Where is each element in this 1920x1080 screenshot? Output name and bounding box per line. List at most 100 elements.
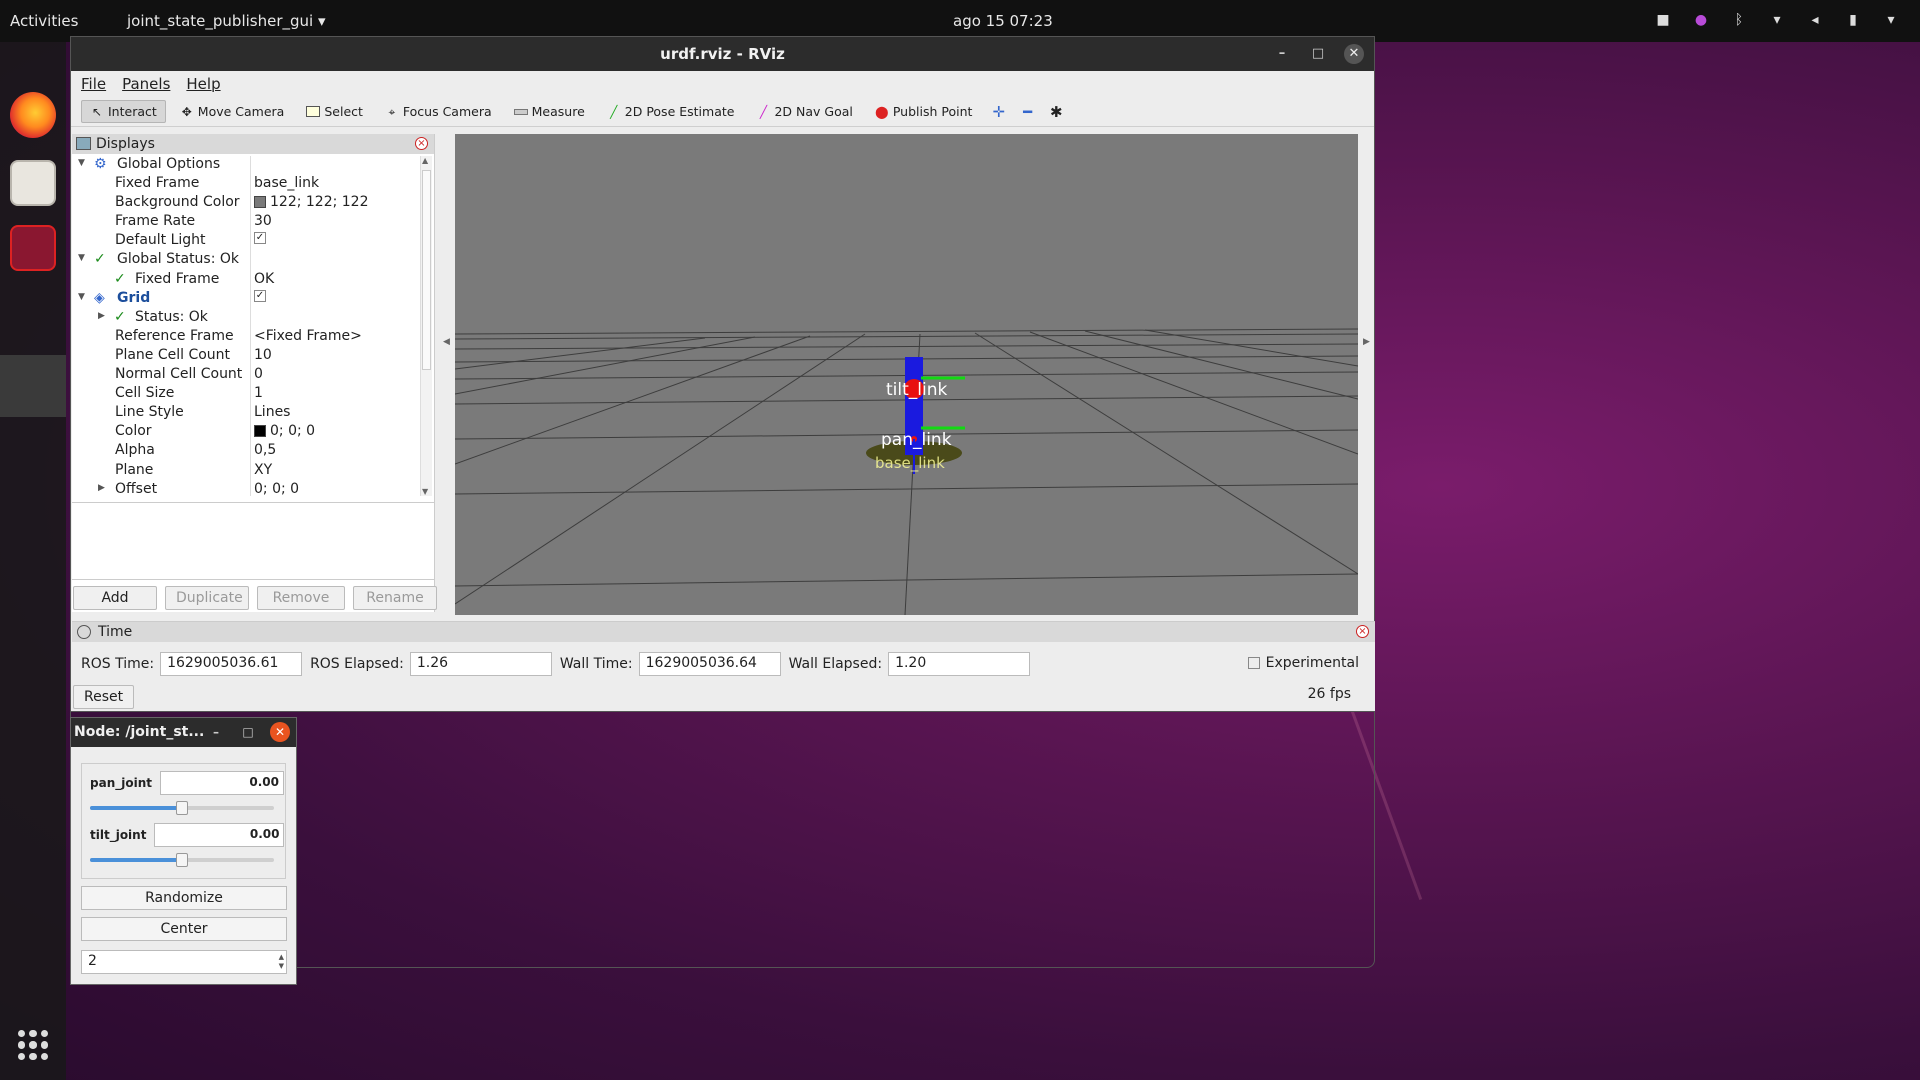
active-app-slot[interactable] bbox=[0, 355, 66, 417]
clock[interactable]: ago 15 07:23 bbox=[953, 12, 1053, 30]
remove-button[interactable]: Remove bbox=[257, 586, 345, 610]
nav-goal-tool[interactable]: ╱ 2D Nav Goal bbox=[748, 101, 860, 122]
tree-row[interactable]: ✓ Fixed Frame OK bbox=[72, 271, 420, 290]
tree-value[interactable]: Lines bbox=[254, 404, 290, 420]
show-applications-icon[interactable] bbox=[18, 1030, 48, 1060]
color-icon[interactable]: ● bbox=[1692, 11, 1710, 29]
tree-row[interactable]: Plane XY bbox=[72, 462, 420, 481]
tree-row[interactable]: Alpha 0,5 bbox=[72, 442, 420, 461]
bluetooth-icon[interactable]: ᛒ bbox=[1730, 11, 1748, 29]
move-camera-tool[interactable]: ✥ Move Camera bbox=[172, 101, 293, 122]
interact-tool[interactable]: ↖ Interact bbox=[81, 100, 166, 123]
maximize-icon[interactable]: □ bbox=[1308, 44, 1328, 64]
spin-arrows-icon[interactable]: ▲ ▼ bbox=[279, 953, 284, 971]
minimize-icon[interactable]: – bbox=[1272, 44, 1292, 64]
files-icon[interactable] bbox=[10, 160, 56, 206]
tree-value[interactable]: base_link bbox=[254, 175, 319, 191]
slider-handle[interactable] bbox=[176, 801, 188, 815]
tree-value[interactable]: 0; 0; 0 bbox=[254, 481, 299, 496]
camera-icon[interactable]: ■ bbox=[1654, 11, 1672, 29]
tree-row[interactable]: Fixed Frame base_link bbox=[72, 175, 420, 194]
pan-joint-slider[interactable] bbox=[90, 801, 274, 815]
tree-row[interactable]: Reference Frame <Fixed Frame> bbox=[72, 328, 420, 347]
chevron-down-icon[interactable]: ▾ bbox=[1882, 11, 1900, 29]
center-button[interactable]: Center bbox=[81, 917, 287, 941]
tree-value[interactable]: 0 bbox=[254, 366, 263, 382]
focus-camera-tool[interactable]: ⌖ Focus Camera bbox=[377, 101, 500, 122]
scroll-up-icon[interactable]: ▲ bbox=[422, 156, 428, 165]
chevron-right-icon[interactable]: ▶ bbox=[98, 311, 105, 321]
tree-row[interactable]: Frame Rate 30 bbox=[72, 213, 420, 232]
minimize-icon[interactable]: – bbox=[206, 722, 226, 742]
ros-elapsed-field[interactable]: 1.26 bbox=[409, 652, 552, 676]
close-icon[interactable]: ✕ bbox=[270, 722, 290, 742]
tree-row[interactable]: Background Color 122; 122; 122 bbox=[72, 194, 420, 213]
tree-value[interactable]: XY bbox=[254, 462, 272, 478]
menu-file[interactable]: File bbox=[81, 75, 106, 93]
tilt-joint-slider[interactable] bbox=[90, 853, 274, 867]
volume-icon[interactable]: ◂ bbox=[1806, 11, 1824, 29]
duplicate-button[interactable]: Duplicate bbox=[165, 586, 249, 610]
tree-value[interactable]: 0; 0; 0 bbox=[254, 423, 315, 439]
default-light-checkbox[interactable]: ✓ bbox=[254, 232, 266, 245]
terminal-icon[interactable] bbox=[10, 225, 56, 271]
tree-row[interactable]: Color 0; 0; 0 bbox=[72, 423, 420, 442]
add-tool-button[interactable]: ✛ bbox=[986, 100, 1011, 124]
chevron-right-icon[interactable]: ▶ bbox=[98, 483, 105, 493]
select-tool[interactable]: Select bbox=[298, 101, 371, 122]
maximize-icon[interactable]: □ bbox=[238, 722, 258, 742]
app-menu[interactable]: joint_state_publisher_gui ▾ bbox=[127, 12, 326, 30]
tree-value[interactable]: 122; 122; 122 bbox=[254, 194, 369, 210]
ros-time-field[interactable]: 1629005036.61 bbox=[160, 652, 303, 676]
chevron-down-icon[interactable]: ▼ bbox=[78, 292, 85, 302]
pan-joint-value[interactable]: 0.00 bbox=[159, 771, 284, 795]
scroll-down-icon[interactable]: ▼ bbox=[422, 487, 428, 496]
tree-row[interactable]: Cell Size 1 bbox=[72, 385, 420, 404]
firefox-icon[interactable] bbox=[10, 92, 56, 138]
render-view[interactable]: tilt_link pan_link base_link bbox=[455, 134, 1358, 615]
scrollbar-thumb[interactable] bbox=[422, 170, 431, 370]
tree-row[interactable]: Plane Cell Count 10 bbox=[72, 347, 420, 366]
tree-value[interactable]: 0,5 bbox=[254, 442, 276, 458]
wifi-icon[interactable]: ▾ bbox=[1768, 11, 1786, 29]
spin-box[interactable]: 2 ▲ ▼ bbox=[81, 950, 287, 974]
slider-handle[interactable] bbox=[176, 853, 188, 867]
tree-row[interactable]: Line Style Lines bbox=[72, 404, 420, 423]
rename-button[interactable]: Rename bbox=[353, 586, 437, 610]
collapse-right-icon[interactable]: ▶ bbox=[1363, 337, 1370, 347]
displays-scrollbar[interactable]: ▲ ▼ bbox=[420, 156, 432, 496]
tree-value[interactable]: 30 bbox=[254, 213, 272, 229]
chevron-down-icon[interactable]: ▼ bbox=[78, 158, 85, 168]
tree-row[interactable]: Normal Cell Count 0 bbox=[72, 366, 420, 385]
tree-value[interactable]: 1 bbox=[254, 385, 263, 401]
collapse-left-icon[interactable]: ◀ bbox=[443, 337, 450, 347]
menu-panels[interactable]: Panels bbox=[122, 75, 170, 93]
tree-row[interactable]: ▼ ⚙ Global Options bbox=[72, 156, 420, 175]
tree-value[interactable]: 10 bbox=[254, 347, 272, 363]
tool-properties-button[interactable]: ✱ bbox=[1044, 100, 1069, 124]
chevron-down-icon[interactable]: ▼ bbox=[78, 253, 85, 263]
jsp-titlebar[interactable]: Node: /joint_st... – □ ✕ bbox=[71, 718, 296, 747]
close-icon[interactable]: × bbox=[1356, 625, 1369, 638]
publish-point-tool[interactable]: ⬤ Publish Point bbox=[867, 101, 981, 122]
rviz-titlebar[interactable]: urdf.rviz - RViz – □ ✕ bbox=[71, 37, 1374, 71]
tree-value[interactable]: <Fixed Frame> bbox=[254, 328, 362, 344]
experimental-toggle[interactable]: Experimental bbox=[1247, 655, 1359, 671]
battery-icon[interactable]: ▮ bbox=[1844, 11, 1862, 29]
tree-row[interactable]: ▼ ✓ Global Status: Ok bbox=[72, 251, 420, 270]
tree-row[interactable]: ▼ ◈ Grid ✓ bbox=[72, 289, 420, 309]
tree-row[interactable]: Default Light ✓ bbox=[72, 232, 420, 251]
close-icon[interactable]: × bbox=[415, 137, 428, 150]
menu-help[interactable]: Help bbox=[186, 75, 220, 93]
pose-estimate-tool[interactable]: ╱ 2D Pose Estimate bbox=[599, 101, 743, 122]
tree-row[interactable]: ▶ ✓ Status: Ok bbox=[72, 309, 420, 328]
add-button[interactable]: Add bbox=[73, 586, 157, 610]
wall-time-field[interactable]: 1629005036.64 bbox=[638, 652, 781, 676]
remove-tool-button[interactable]: ━ bbox=[1017, 100, 1038, 124]
randomize-button[interactable]: Randomize bbox=[81, 886, 287, 910]
tilt-joint-value[interactable]: 0.00 bbox=[154, 823, 285, 847]
experimental-checkbox[interactable] bbox=[1247, 657, 1260, 669]
grid-checkbox[interactable]: ✓ bbox=[254, 289, 266, 302]
tree-row[interactable]: ▶ Offset 0; 0; 0 bbox=[72, 481, 420, 496]
wall-elapsed-field[interactable]: 1.20 bbox=[888, 652, 1031, 676]
